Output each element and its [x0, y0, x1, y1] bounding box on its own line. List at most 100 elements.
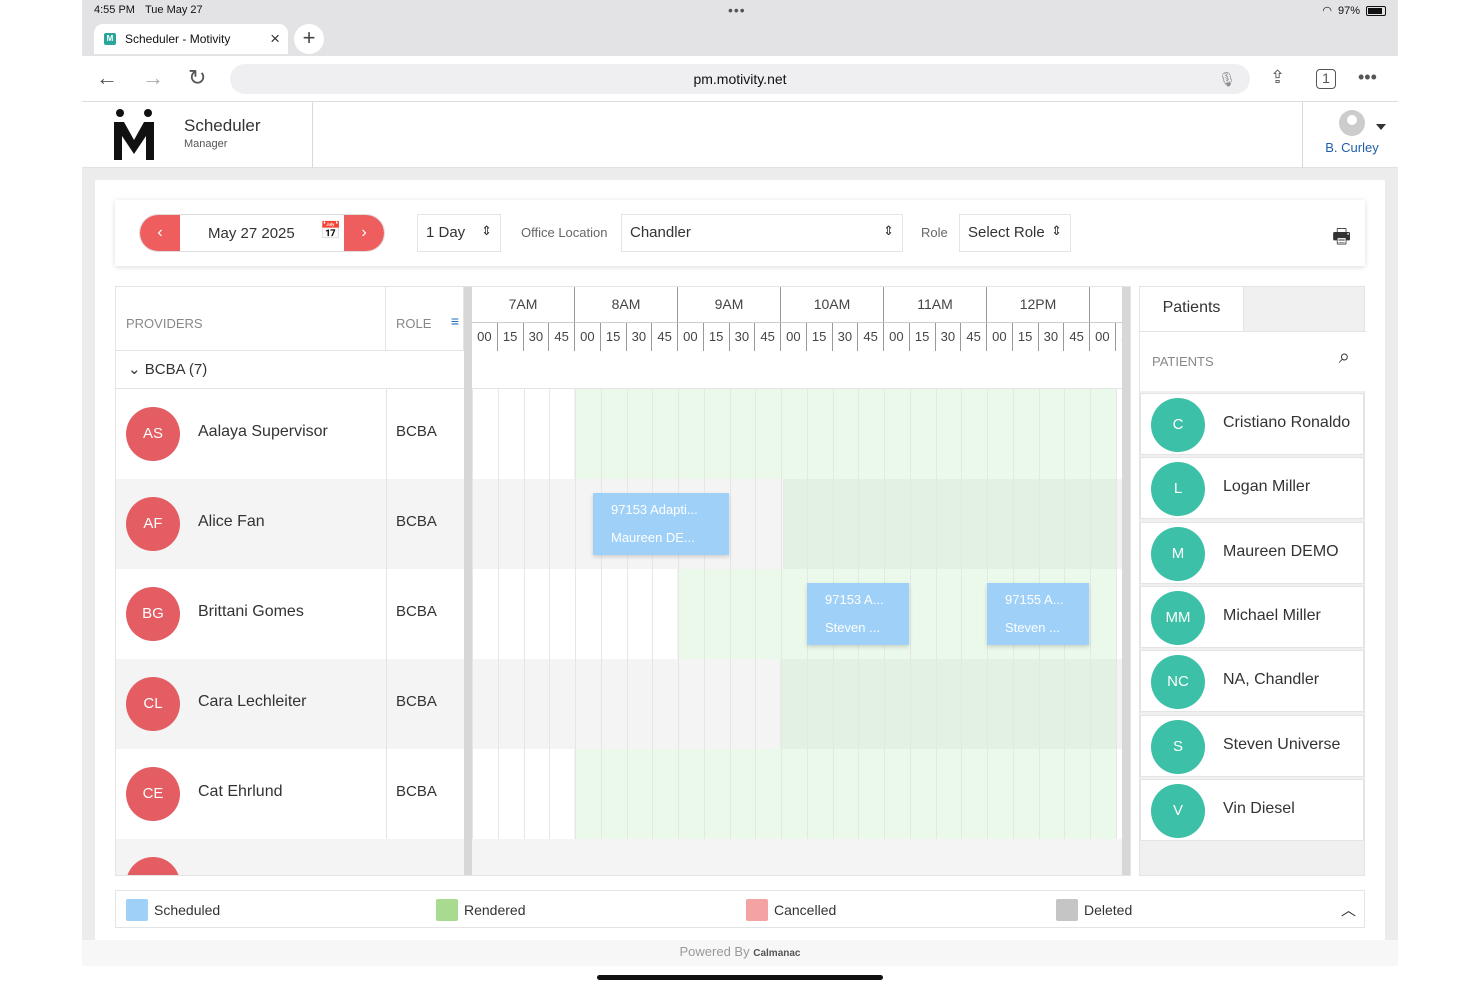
patient-item[interactable]: V Vin Diesel — [1140, 778, 1364, 841]
hour-label: 12PM — [987, 287, 1090, 323]
scheduler-toolbar: ‹ May 27 2025 📅 › 1 Day ⇕ Office Locatio… — [115, 200, 1365, 266]
grid-line — [1038, 749, 1040, 839]
role-value: Select Role — [968, 224, 1045, 241]
chevron-up-icon[interactable]: ︿ — [1341, 899, 1356, 920]
next-day-button[interactable]: › — [344, 215, 384, 251]
group-row[interactable]: ⌄ BCBA (7) — [116, 351, 1124, 389]
role-select[interactable]: Select Role ⇕ — [959, 214, 1071, 252]
header-divider — [312, 102, 313, 168]
grid-line — [1064, 389, 1066, 479]
user-menu[interactable]: B. Curley — [1312, 110, 1392, 155]
grid-line — [961, 569, 963, 659]
grid-line — [935, 569, 937, 659]
grid-line — [987, 389, 988, 479]
multitask-dots-icon[interactable]: ••• — [728, 2, 746, 18]
new-tab-button[interactable]: + — [294, 24, 324, 54]
back-icon[interactable]: ← — [96, 65, 118, 91]
grid-line — [1115, 389, 1117, 479]
grid-line — [523, 569, 525, 659]
minute-label: 30 — [627, 323, 653, 351]
patient-item[interactable]: L Logan Miller — [1140, 457, 1364, 520]
grid-line — [600, 569, 602, 659]
patient-item[interactable]: C Cristiano Ronaldo — [1140, 393, 1364, 455]
provider-role: BCBA — [396, 693, 437, 710]
grid-line — [1012, 389, 1014, 479]
more-icon[interactable]: ••• — [1358, 67, 1377, 88]
minute-label: 45 — [549, 323, 575, 351]
chevron-down-icon: ⌄ — [128, 361, 145, 378]
prev-day-button[interactable]: ‹ — [140, 215, 180, 251]
provider-row[interactable] — [116, 839, 1124, 875]
close-tab-icon[interactable]: × — [270, 29, 280, 49]
minute-label: 15 — [704, 323, 730, 351]
sort-icon[interactable]: ≡ — [451, 313, 459, 329]
print-icon[interactable]: 🖶 — [1332, 222, 1351, 256]
legend-label: Rendered — [464, 902, 526, 918]
grid-line — [961, 479, 963, 569]
office-location-select[interactable]: Chandler ⇕ — [621, 214, 903, 252]
provider-row[interactable]: CL Cara Lechleiter BCBA — [116, 659, 1124, 749]
minute-label: 45 — [961, 323, 987, 351]
minute-label: 30 — [730, 323, 756, 351]
column-splitter[interactable] — [464, 287, 472, 875]
favicon-icon: M — [104, 33, 116, 45]
view-select[interactable]: 1 Day ⇕ — [417, 214, 501, 252]
updown-icon: ⇕ — [1051, 223, 1062, 238]
address-bar[interactable]: pm.motivity.net 🎙 — [230, 64, 1250, 94]
patient-item[interactable]: MM Michael Miller — [1140, 585, 1364, 648]
date-value[interactable]: May 27 2025 — [208, 225, 295, 242]
calmanac-brand: Calmanac — [753, 948, 801, 959]
provider-row[interactable]: AS Aalaya Supervisor BCBA — [116, 389, 1124, 479]
patient-item[interactable]: S Steven Universe — [1140, 714, 1364, 777]
grid-line — [472, 749, 473, 839]
provider-row[interactable]: CE Cat Ehrlund BCBA — [116, 749, 1124, 839]
grid-line — [832, 479, 834, 569]
reload-icon[interactable]: ↻ — [188, 65, 206, 91]
appointment-card[interactable]: 97155 A... Steven ... — [987, 583, 1089, 645]
search-icon[interactable]: ⌕ — [1339, 346, 1350, 369]
grid-line — [1038, 389, 1040, 479]
appointment-code: 97153 Adapti... — [611, 502, 698, 517]
browser-tab[interactable]: M Scheduler - Motivity × — [94, 24, 288, 54]
grid-line — [832, 749, 834, 839]
hour-label: 9AM — [678, 287, 781, 323]
user-name: B. Curley — [1325, 140, 1379, 155]
availability-block — [574, 749, 1116, 839]
grid-line — [781, 749, 782, 839]
group-name: BCBA (7) — [144, 361, 208, 378]
grid-line — [1064, 749, 1066, 839]
url-text: pm.motivity.net — [693, 71, 787, 87]
calendar-icon[interactable]: 📅 — [320, 221, 341, 241]
grid-line — [1090, 749, 1091, 839]
grid-line — [1064, 479, 1066, 569]
tab-patients[interactable]: Patients — [1140, 287, 1244, 331]
patient-item[interactable]: M Maureen DEMO — [1140, 521, 1364, 584]
provider-row[interactable]: BG Brittani Gomes BCBA — [116, 569, 1124, 659]
microphone-icon[interactable]: 🎙 — [1218, 64, 1236, 94]
forward-icon[interactable]: → — [142, 65, 164, 91]
provider-name: Brittani Gomes — [198, 603, 304, 620]
grid-line — [806, 479, 808, 569]
grid-line — [626, 659, 628, 749]
appointment-patient: Steven ... — [825, 620, 880, 635]
grid-line — [497, 749, 499, 839]
swatch — [746, 899, 768, 921]
grid-line — [703, 569, 705, 659]
patient-item[interactable]: NC NA, Chandler — [1140, 650, 1364, 713]
tabs-count-icon[interactable]: 1 — [1316, 69, 1336, 89]
share-icon[interactable]: ⇪ — [1270, 67, 1285, 88]
grid-line — [1115, 659, 1117, 749]
appointment-card[interactable]: 97153 A... Steven ... — [807, 583, 909, 645]
minute-label: 00 — [1090, 323, 1116, 351]
panel-splitter[interactable] — [1122, 287, 1130, 875]
patient-search[interactable]: PATIENTS ⌕ — [1140, 331, 1366, 391]
role-header[interactable]: ROLE ≡ — [386, 287, 464, 351]
patient-name: Cristiano Ronaldo — [1223, 414, 1351, 431]
appointment-card[interactable]: 97153 Adapti... Maureen DE... — [593, 493, 729, 555]
wifi-icon: ◠ — [1322, 5, 1332, 17]
grid-line — [806, 389, 808, 479]
browser-toolbar: ← → ↻ pm.motivity.net 🎙 ⇪ 1 ••• — [82, 56, 1398, 102]
provider-role: BCBA — [396, 603, 437, 620]
grid-line — [884, 749, 885, 839]
grid-line — [1090, 569, 1091, 659]
